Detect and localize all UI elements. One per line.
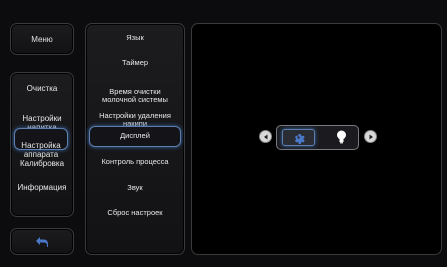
setting-label: Язык: [126, 33, 144, 42]
nav-item-label: Настройка аппарата: [21, 141, 61, 159]
menu-button[interactable]: Меню: [10, 23, 74, 55]
nav-item-label: Информация: [17, 183, 67, 192]
back-arrow-icon: [36, 236, 48, 247]
setting-sound[interactable]: Звук: [86, 184, 184, 192]
prev-option-button[interactable]: [259, 130, 272, 143]
setting-milk-cleaning-time[interactable]: Время очистки молочной системы: [86, 80, 184, 104]
arrow-right-icon: [369, 134, 373, 139]
display-option-brightness[interactable]: [327, 129, 355, 144]
setting-timer[interactable]: Таймер: [86, 59, 184, 67]
setting-reset[interactable]: Сброс настроек: [86, 209, 184, 217]
setting-label: Сброс настроек: [107, 208, 163, 217]
nav-item-information[interactable]: Информация: [11, 183, 73, 192]
lightbulb-icon: [336, 130, 346, 143]
setting-label: Контроль процесса: [101, 157, 169, 166]
display-option-settings[interactable]: [282, 129, 315, 146]
left-nav: Очистка Настройки напитка Настройка аппа…: [10, 72, 74, 217]
setting-label: Дисплей: [120, 131, 150, 140]
setting-label: Таймер: [121, 58, 149, 67]
setting-display[interactable]: Дисплей: [89, 126, 181, 147]
nav-item-label: Очистка: [26, 84, 58, 93]
nav-item-label: Калибровка: [19, 159, 65, 168]
nav-item-machine-settings[interactable]: Настройка аппарата: [14, 128, 68, 159]
gear-icon: [294, 134, 305, 144]
setting-process-control[interactable]: Контроль процесса: [86, 158, 184, 166]
setting-label: Время очистки молочной системы: [102, 87, 168, 104]
setting-descaling[interactable]: Настройки удаления накипи: [86, 104, 184, 128]
back-button[interactable]: [10, 228, 74, 255]
setting-label: Звук: [127, 183, 143, 192]
menu-button-label: Меню: [31, 34, 53, 44]
next-option-button[interactable]: [364, 130, 377, 143]
nav-item-cleaning[interactable]: Очистка: [11, 84, 73, 93]
setting-language[interactable]: Язык: [86, 34, 184, 42]
settings-list: Язык Таймер Время очистки молочной систе…: [85, 23, 185, 255]
nav-item-calibration[interactable]: Калибровка: [11, 159, 73, 168]
display-mode-toggle: [276, 125, 359, 150]
arrow-left-icon: [263, 134, 267, 139]
